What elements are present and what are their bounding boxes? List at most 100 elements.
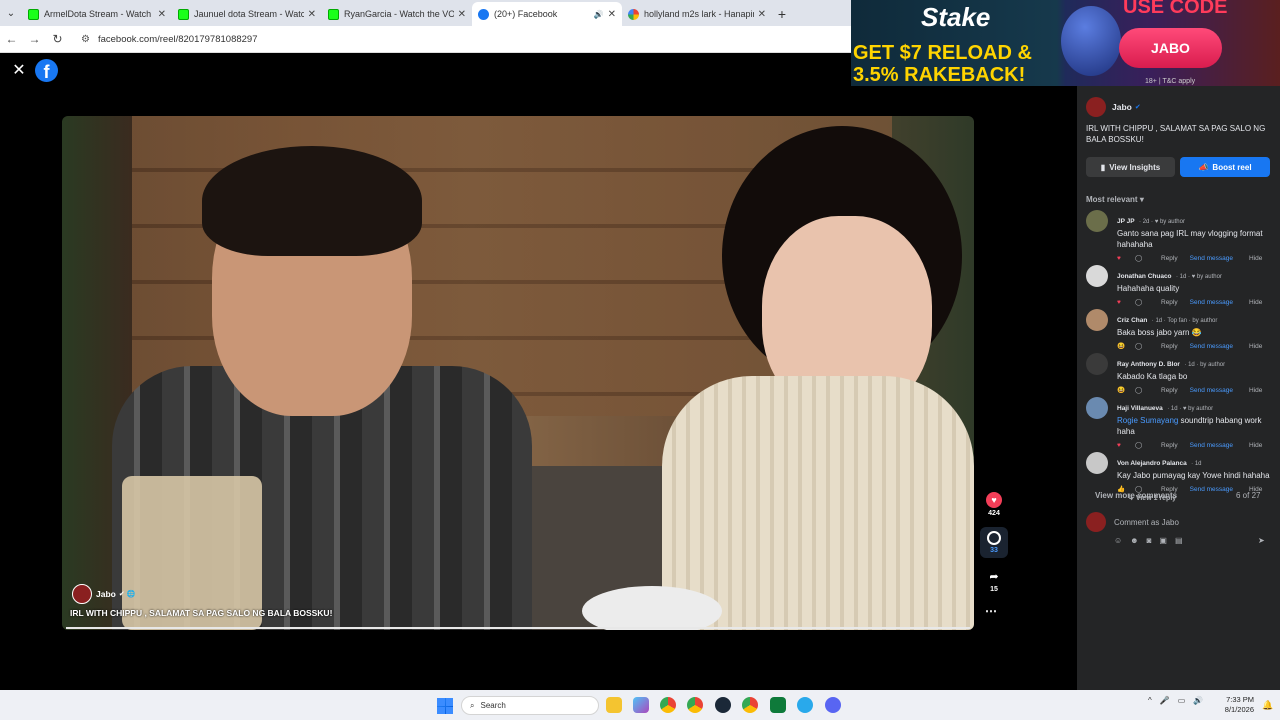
send-icon[interactable]: ➤ bbox=[1258, 536, 1265, 545]
heart-icon[interactable]: ♥ bbox=[1117, 299, 1127, 306]
avatar[interactable] bbox=[1086, 210, 1108, 232]
address-bar: ← → ↻ ⚙ facebook.com/reel/82017978108829… bbox=[0, 26, 851, 53]
copilot-icon[interactable] bbox=[633, 697, 649, 713]
avatar[interactable] bbox=[1086, 97, 1106, 117]
reel-author-name[interactable]: Jabo bbox=[96, 589, 116, 599]
reply-icon[interactable]: ◯ bbox=[1135, 298, 1151, 306]
discord-icon[interactable] bbox=[825, 697, 841, 713]
send-message-link[interactable]: Send message bbox=[1190, 486, 1233, 493]
comment-text: Kabado Ka tlaga bo bbox=[1117, 372, 1188, 381]
comment-author[interactable]: Von Alejandro Palanca bbox=[1117, 460, 1187, 467]
like-action[interactable]: ♥ 424 bbox=[980, 492, 1008, 517]
share-action[interactable]: ➦ 15 bbox=[980, 568, 1008, 594]
avatar[interactable] bbox=[1086, 353, 1108, 375]
comment-icon[interactable] bbox=[987, 531, 1001, 545]
reply-icon[interactable]: ◯ bbox=[1135, 386, 1151, 394]
share-icon[interactable]: ➦ bbox=[986, 568, 1002, 584]
url-field[interactable]: ⚙ facebook.com/reel/820179781088297 bbox=[75, 28, 845, 50]
mention-link[interactable]: Rogie Sumayang bbox=[1117, 416, 1178, 425]
more-options-icon[interactable]: ⋯ bbox=[985, 604, 997, 618]
comment-author[interactable]: JP JP bbox=[1117, 218, 1135, 225]
comment-author[interactable]: Ray Anthony D. Blor bbox=[1117, 361, 1180, 368]
reel-video[interactable]: Jabo ✔ 🌐 IRL WITH CHIPPU , SALAMAT SA PA… bbox=[62, 116, 974, 630]
heart-icon[interactable]: ♥ bbox=[1117, 255, 1127, 262]
heart-icon[interactable]: ♥ bbox=[986, 492, 1002, 508]
comment-input[interactable]: Comment as Jabo bbox=[1114, 518, 1179, 527]
facebook-logo-icon[interactable]: f bbox=[35, 59, 58, 82]
clock[interactable]: 7:33 PM 8/1/2026 bbox=[1222, 695, 1254, 715]
avatar[interactable] bbox=[1086, 265, 1108, 287]
avatar[interactable] bbox=[1086, 309, 1108, 331]
reply-icon[interactable]: ◯ bbox=[1135, 254, 1151, 262]
avatar[interactable] bbox=[72, 584, 92, 604]
hide-link[interactable]: Hide bbox=[1249, 299, 1262, 306]
hide-link[interactable]: Hide bbox=[1249, 387, 1262, 394]
back-icon[interactable]: ← bbox=[0, 32, 23, 46]
tab-search-chevron-icon[interactable]: ⌄ bbox=[0, 0, 22, 26]
forward-icon[interactable]: → bbox=[23, 32, 46, 46]
comment-author[interactable]: Jonathan Chuaco bbox=[1117, 273, 1172, 280]
send-message-link[interactable]: Send message bbox=[1190, 343, 1233, 350]
system-tray-icons[interactable]: ^🎤▭🔊 bbox=[1148, 696, 1211, 705]
comment-author[interactable]: Haji Villanueva bbox=[1117, 405, 1163, 412]
reply-link[interactable]: Reply bbox=[1161, 255, 1178, 262]
reply-icon[interactable]: ◯ bbox=[1135, 342, 1151, 350]
laugh-reaction-icon[interactable]: 😆 bbox=[1117, 342, 1127, 350]
browser-tab[interactable]: hollyland m2s lark - Hanapin sa ✕ bbox=[622, 2, 772, 26]
close-tab-icon[interactable]: ✕ bbox=[608, 9, 616, 20]
reload-icon[interactable]: ↻ bbox=[46, 32, 69, 46]
view-more-comments-link[interactable]: View more comments bbox=[1095, 491, 1177, 500]
hide-link[interactable]: Hide bbox=[1249, 442, 1262, 449]
send-message-link[interactable]: Send message bbox=[1190, 299, 1233, 306]
video-progress-bar[interactable] bbox=[66, 627, 970, 629]
reply-icon[interactable]: ◯ bbox=[1135, 441, 1151, 449]
chrome-icon[interactable] bbox=[687, 697, 703, 713]
avatar[interactable] bbox=[1086, 397, 1108, 419]
avatar[interactable] bbox=[1086, 452, 1108, 474]
notification-bell-icon[interactable]: 🔔 bbox=[1262, 700, 1273, 711]
send-message-link[interactable]: Send message bbox=[1190, 442, 1233, 449]
speaker-icon[interactable]: 🔊 bbox=[594, 10, 604, 19]
composer-tools-icon[interactable]: ☺☻◙▣▤ bbox=[1114, 536, 1191, 545]
reel-author[interactable]: Jabo ✔ 🌐 bbox=[72, 584, 135, 604]
close-tab-icon[interactable]: ✕ bbox=[458, 9, 466, 20]
stake-ad-banner[interactable]: Stake GET $7 RELOAD & 3.5% RAKEBACK! USE… bbox=[851, 0, 1280, 86]
reply-link[interactable]: Reply bbox=[1161, 387, 1178, 394]
close-tab-icon[interactable]: ✕ bbox=[758, 9, 766, 20]
reply-link[interactable]: Reply bbox=[1161, 442, 1178, 449]
app-icon[interactable] bbox=[770, 697, 786, 713]
reply-link[interactable]: Reply bbox=[1161, 299, 1178, 306]
close-icon[interactable]: ✕ bbox=[8, 60, 30, 82]
close-tab-icon[interactable]: ✕ bbox=[158, 9, 166, 20]
steam-icon[interactable] bbox=[715, 697, 731, 713]
telegram-icon[interactable] bbox=[797, 697, 813, 713]
boost-reel-button[interactable]: 📣 Boost reel bbox=[1180, 157, 1270, 177]
file-explorer-icon[interactable] bbox=[606, 697, 622, 713]
laugh-reaction-icon[interactable]: 😆 bbox=[1117, 386, 1127, 394]
site-settings-icon[interactable]: ⚙ bbox=[81, 34, 90, 45]
new-tab-button[interactable]: + bbox=[772, 2, 792, 26]
reply-link[interactable]: Reply bbox=[1161, 343, 1178, 350]
browser-tab-active[interactable]: (20+) Facebook 🔊 ✕ bbox=[472, 2, 622, 26]
heart-icon[interactable]: ♥ bbox=[1117, 442, 1127, 449]
chevron-down-icon: ▾ bbox=[1139, 195, 1144, 204]
browser-tab[interactable]: RyanGarcia - Watch the VOD o ✕ bbox=[322, 2, 472, 26]
browser-tab[interactable]: Jaunuel dota Stream - Watch Liv ✕ bbox=[172, 2, 322, 26]
windows-start-icon[interactable] bbox=[437, 698, 453, 714]
comment-action[interactable]: 33 bbox=[980, 527, 1008, 558]
view-insights-button[interactable]: ▮ View Insights bbox=[1086, 157, 1175, 177]
send-message-link[interactable]: Send message bbox=[1190, 387, 1233, 394]
send-message-link[interactable]: Send message bbox=[1190, 255, 1233, 262]
close-tab-icon[interactable]: ✕ bbox=[308, 9, 316, 20]
hide-link[interactable]: Hide bbox=[1249, 343, 1262, 350]
comment-author[interactable]: Criz Chan bbox=[1117, 317, 1147, 324]
panel-author-name[interactable]: Jabo bbox=[1112, 102, 1132, 112]
panel-author[interactable]: Jabo ✔ bbox=[1086, 97, 1141, 117]
hide-link[interactable]: Hide bbox=[1249, 255, 1262, 262]
browser-tab[interactable]: ArmelDota Stream - Watch Liv ✕ bbox=[22, 2, 172, 26]
ad-code-button[interactable]: JABO bbox=[1119, 28, 1222, 68]
sort-dropdown[interactable]: Most relevant ▾ bbox=[1086, 195, 1144, 204]
taskbar-search[interactable]: ⌕ Search bbox=[461, 696, 599, 715]
chrome-icon[interactable] bbox=[742, 697, 758, 713]
chrome-icon[interactable] bbox=[660, 697, 676, 713]
